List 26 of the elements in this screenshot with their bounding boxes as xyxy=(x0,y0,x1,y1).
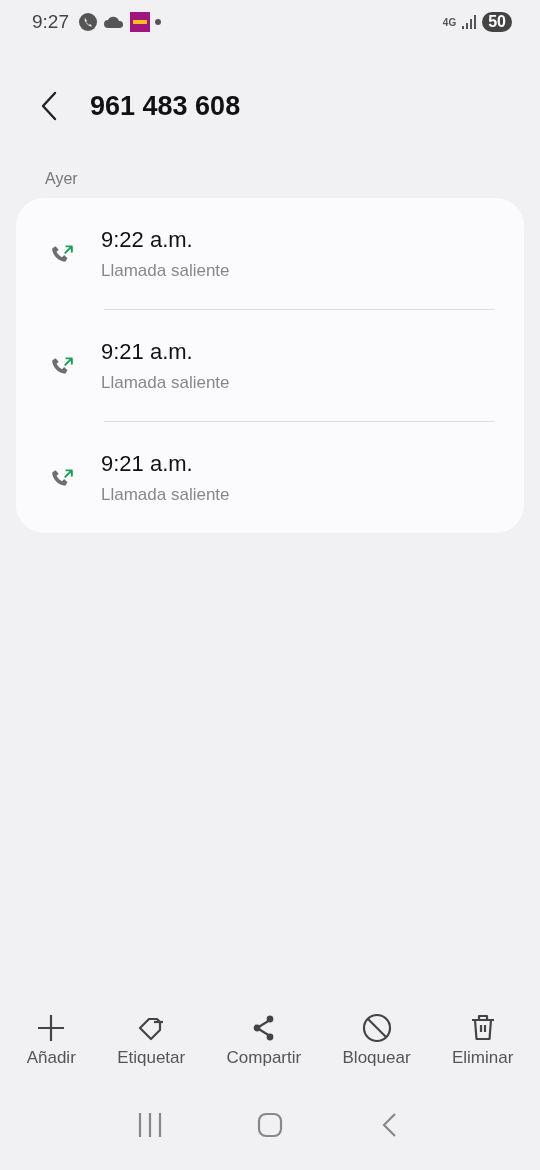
battery-level: 50 xyxy=(482,12,512,32)
plus-icon xyxy=(36,1013,67,1043)
call-time: 9:22 a.m. xyxy=(101,226,194,253)
action-button[interactable]: Bloquear xyxy=(342,1013,411,1068)
action-button[interactable]: Eliminar xyxy=(451,1013,514,1068)
action-button[interactable]: Añadir xyxy=(26,1013,76,1068)
contact-number: 961 483 608 xyxy=(90,90,241,122)
phone-app-icon xyxy=(78,12,98,32)
call-type: Llamada saliente xyxy=(101,260,230,281)
call-type: Llamada saliente xyxy=(101,372,230,393)
action-button[interactable]: Compartir xyxy=(226,1013,302,1068)
app-notification-icon xyxy=(130,12,150,32)
home-icon[interactable] xyxy=(257,1112,283,1138)
call-time: 9:21 a.m. xyxy=(101,450,194,477)
call-time: 9:21 a.m. xyxy=(101,338,194,365)
block-icon xyxy=(361,1013,392,1043)
back-icon[interactable] xyxy=(40,91,58,121)
cloud-icon xyxy=(103,15,125,29)
signal-icon xyxy=(461,14,478,30)
clock-time: 9:27 xyxy=(32,11,69,33)
section-label: Ayer xyxy=(44,169,79,188)
recent-apps-icon[interactable] xyxy=(137,1112,163,1138)
action-button[interactable]: Etiquetar xyxy=(117,1013,186,1068)
network-type: 4G xyxy=(442,16,457,28)
notification-dot-icon xyxy=(155,19,161,25)
call-type: Llamada saliente xyxy=(101,484,230,505)
